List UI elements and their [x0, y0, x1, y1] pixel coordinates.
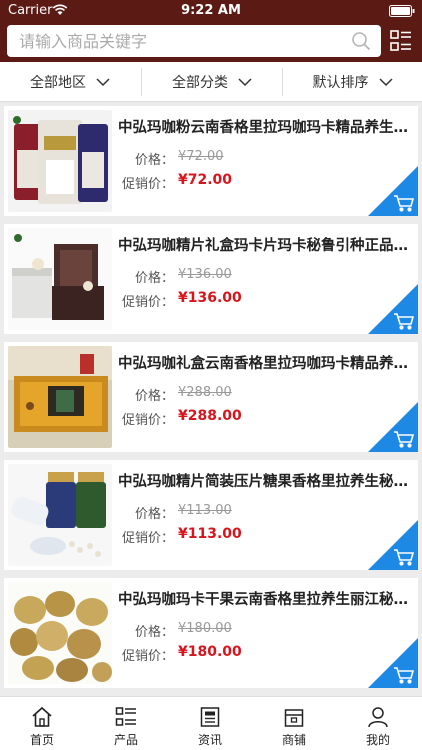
- price-label: 价格：: [134, 389, 174, 404]
- chevron-down-icon: [378, 77, 393, 86]
- tab-me-label: 我的: [365, 733, 390, 747]
- search-input[interactable]: [7, 25, 347, 57]
- sale-price-label: 促销价：: [121, 413, 174, 428]
- product-card[interactable]: 中弘玛咖礼盒云南香格里拉玛咖玛卡精品养... 价格： ¥288.00 促销价： …: [4, 342, 418, 452]
- product-card[interactable]: 中弘玛咖粉云南香格里拉玛咖玛卡精品养生... 价格： ¥72.00 促销价： ¥…: [4, 106, 418, 216]
- filter-sort[interactable]: 默认排序: [283, 62, 422, 102]
- product-card[interactable]: 中弘玛咖精片简装压片糖果香格里拉养生秘... 价格： ¥113.00 促销价： …: [4, 460, 418, 570]
- tab-me[interactable]: 我的: [336, 697, 420, 750]
- filter-bar: 全部地区 全部分类 默认排序: [0, 62, 422, 102]
- sale-price: ¥113.00: [178, 526, 242, 542]
- sale-price-label: 促销价：: [121, 295, 174, 310]
- product-image-dried-maca-roots: [8, 582, 112, 684]
- product-card[interactable]: 中弘玛咖玛卡干果云南香格里拉养生丽江秘... 价格： ¥180.00 促销价： …: [4, 578, 418, 688]
- filter-category-label: 全部分类: [172, 75, 228, 91]
- tab-home-label: 首页: [29, 733, 54, 747]
- price-label: 价格：: [134, 625, 174, 640]
- product-title: 中弘玛咖玛卡干果云南香格里拉养生丽江秘...: [118, 592, 408, 608]
- tab-shop-label: 商铺: [281, 733, 306, 747]
- sale-price-label: 促销价：: [121, 649, 174, 664]
- add-to-cart-button[interactable]: [368, 402, 418, 452]
- status-time: 9:22 AM: [181, 3, 241, 18]
- add-to-cart-button[interactable]: [368, 638, 418, 688]
- home-icon: [32, 706, 52, 727]
- chevron-down-icon: [238, 77, 252, 86]
- original-price: ¥136.00: [178, 267, 232, 282]
- user-icon: [368, 707, 388, 728]
- search-icon[interactable]: [351, 31, 371, 51]
- filter-category[interactable]: 全部分类: [142, 62, 282, 102]
- tab-products[interactable]: 产品: [84, 697, 168, 750]
- product-image-maca-gift-box: [8, 228, 112, 330]
- tab-news-label: 资讯: [197, 733, 222, 747]
- add-to-cart-button[interactable]: [368, 284, 418, 334]
- original-price: ¥180.00: [178, 621, 232, 636]
- tab-products-label: 产品: [113, 733, 138, 747]
- product-title: 中弘玛咖粉云南香格里拉玛咖玛卡精品养生...: [118, 120, 408, 136]
- shop-icon: [284, 709, 304, 727]
- header: Carrier 9:22 AM: [0, 0, 422, 62]
- price-label: 价格：: [134, 153, 174, 168]
- sale-price-label: 促销价：: [121, 177, 174, 192]
- tab-bar: 首页 产品 资讯 商铺 我的: [0, 696, 422, 750]
- original-price: ¥72.00: [178, 149, 224, 164]
- product-list-icon: [115, 707, 136, 726]
- sale-price: ¥288.00: [178, 408, 242, 424]
- product-image-maca-tablet-bottles: [8, 464, 112, 566]
- chevron-down-icon: [96, 77, 110, 86]
- add-to-cart-button[interactable]: [368, 520, 418, 570]
- sale-price: ¥180.00: [178, 644, 242, 660]
- price-label: 价格：: [134, 507, 174, 522]
- product-title: 中弘玛咖精片礼盒玛卡片玛卡秘鲁引种正品...: [118, 238, 408, 254]
- original-price: ¥288.00: [178, 385, 232, 400]
- sale-price-label: 促销价：: [121, 531, 174, 546]
- tab-home[interactable]: 首页: [0, 697, 84, 750]
- product-title: 中弘玛咖礼盒云南香格里拉玛咖玛卡精品养...: [118, 356, 408, 372]
- filter-region[interactable]: 全部地区: [0, 62, 140, 102]
- product-title: 中弘玛咖精片简装压片糖果香格里拉养生秘...: [118, 474, 408, 490]
- battery-icon: [389, 5, 415, 17]
- search-box[interactable]: [7, 25, 381, 57]
- category-menu-icon[interactable]: [390, 30, 412, 52]
- filter-sort-label: 默认排序: [312, 75, 369, 91]
- product-image-maca-powder-bags: [8, 110, 112, 212]
- price-label: 价格：: [134, 271, 174, 286]
- sale-price: ¥72.00: [178, 172, 233, 188]
- sale-price: ¥136.00: [178, 290, 242, 306]
- news-icon: [200, 707, 220, 727]
- add-to-cart-button[interactable]: [368, 166, 418, 216]
- original-price: ¥113.00: [178, 503, 232, 518]
- tab-news[interactable]: 资讯: [168, 697, 252, 750]
- filter-region-label: 全部地区: [30, 75, 86, 91]
- status-bar: Carrier 9:22 AM: [0, 0, 422, 22]
- product-image-maca-open-gift-box: [8, 346, 112, 448]
- product-card[interactable]: 中弘玛咖精片礼盒玛卡片玛卡秘鲁引种正品... 价格： ¥136.00 促销价： …: [4, 224, 418, 334]
- tab-shop[interactable]: 商铺: [252, 697, 336, 750]
